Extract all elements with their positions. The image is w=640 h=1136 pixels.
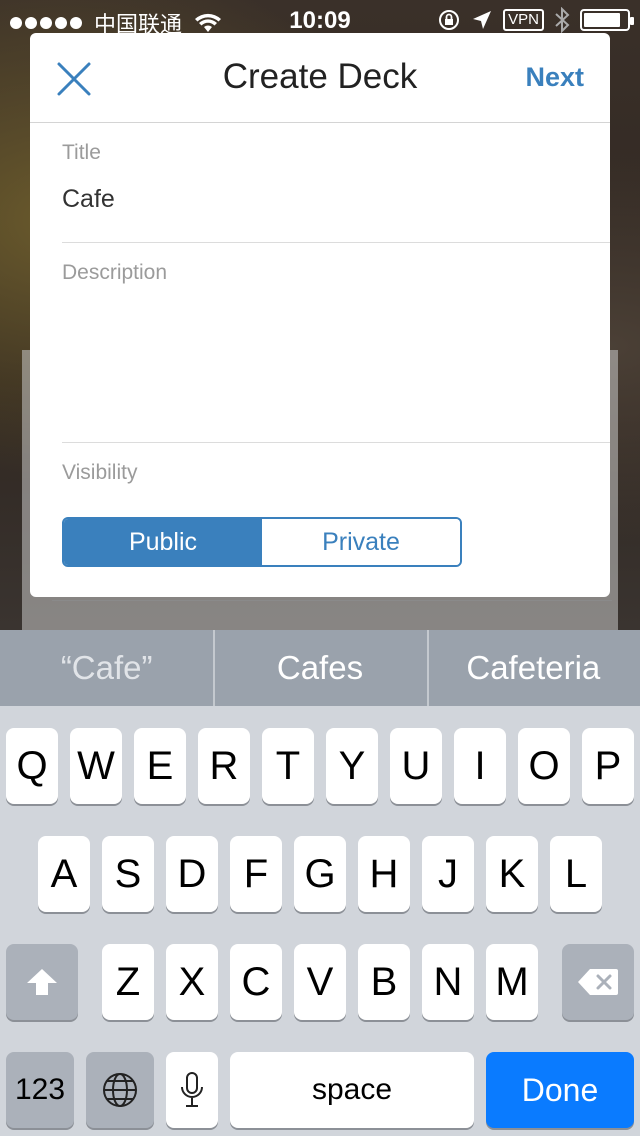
visibility-label: Visibility — [62, 461, 138, 484]
key-f[interactable]: F — [230, 836, 282, 912]
key-n[interactable]: N — [422, 944, 474, 1020]
shift-arrow-icon — [27, 969, 57, 995]
suggestion-item[interactable]: Cafeteria — [426, 630, 640, 706]
visibility-segmented-control: Public Private — [62, 517, 462, 567]
globe-key[interactable] — [86, 1052, 154, 1128]
key-a[interactable]: A — [38, 836, 90, 912]
key-e[interactable]: E — [134, 728, 186, 804]
key-y[interactable]: Y — [326, 728, 378, 804]
key-v[interactable]: V — [294, 944, 346, 1020]
dictation-key[interactable] — [166, 1052, 218, 1128]
key-x[interactable]: X — [166, 944, 218, 1020]
battery-fill — [584, 13, 620, 27]
title-input[interactable]: Cafe — [62, 185, 610, 214]
shift-key[interactable] — [6, 944, 78, 1020]
modal-title: Create Deck — [222, 57, 418, 96]
visibility-field: Visibility — [62, 461, 610, 485]
description-divider — [62, 442, 610, 443]
backspace-icon — [578, 969, 618, 995]
key-l[interactable]: L — [550, 836, 602, 912]
key-k[interactable]: K — [486, 836, 538, 912]
title-divider — [62, 242, 610, 243]
delete-key[interactable] — [562, 944, 634, 1020]
next-button[interactable]: Next — [525, 62, 584, 93]
key-o[interactable]: O — [518, 728, 570, 804]
key-p[interactable]: P — [582, 728, 634, 804]
key-j[interactable]: J — [422, 836, 474, 912]
key-b[interactable]: B — [358, 944, 410, 1020]
title-field[interactable]: Title Cafe — [62, 141, 610, 214]
visibility-private-option[interactable]: Private — [262, 519, 460, 565]
globe-icon — [103, 1073, 137, 1107]
key-c[interactable]: C — [230, 944, 282, 1020]
vpn-badge: VPN — [503, 9, 544, 31]
rotation-lock-icon — [439, 10, 460, 30]
description-label: Description — [62, 261, 168, 284]
suggestion-bar: “Cafe” Cafes Cafeteria — [0, 630, 640, 706]
battery-icon — [580, 9, 634, 31]
title-label: Title — [62, 141, 101, 164]
visibility-public-option[interactable]: Public — [64, 519, 262, 565]
key-d[interactable]: D — [166, 836, 218, 912]
key-t[interactable]: T — [262, 728, 314, 804]
key-w[interactable]: W — [70, 728, 122, 804]
microphone-icon — [181, 1072, 203, 1107]
create-deck-modal: Create Deck Next Title Cafe Description … — [30, 33, 610, 597]
key-z[interactable]: Z — [102, 944, 154, 1020]
key-s[interactable]: S — [102, 836, 154, 912]
modal-header: Create Deck Next — [30, 33, 610, 123]
space-key[interactable]: space — [230, 1052, 474, 1128]
key-u[interactable]: U — [390, 728, 442, 804]
key-i[interactable]: I — [454, 728, 506, 804]
background-divider — [52, 600, 612, 601]
key-h[interactable]: H — [358, 836, 410, 912]
key-m[interactable]: M — [486, 944, 538, 1020]
location-arrow-icon — [473, 11, 492, 29]
key-g[interactable]: G — [294, 836, 346, 912]
description-field[interactable]: Description — [62, 261, 610, 441]
key-q[interactable]: Q — [6, 728, 58, 804]
numbers-key[interactable]: 123 — [6, 1052, 74, 1128]
done-key[interactable]: Done — [486, 1052, 634, 1128]
keyboard: “Cafe” Cafes Cafeteria QWERTYUIOP ASDFGHJ… — [0, 630, 640, 1136]
suggestion-item[interactable]: Cafes — [213, 630, 426, 706]
key-r[interactable]: R — [198, 728, 250, 804]
bluetooth-icon — [555, 7, 570, 33]
suggestion-item[interactable]: “Cafe” — [0, 630, 213, 706]
